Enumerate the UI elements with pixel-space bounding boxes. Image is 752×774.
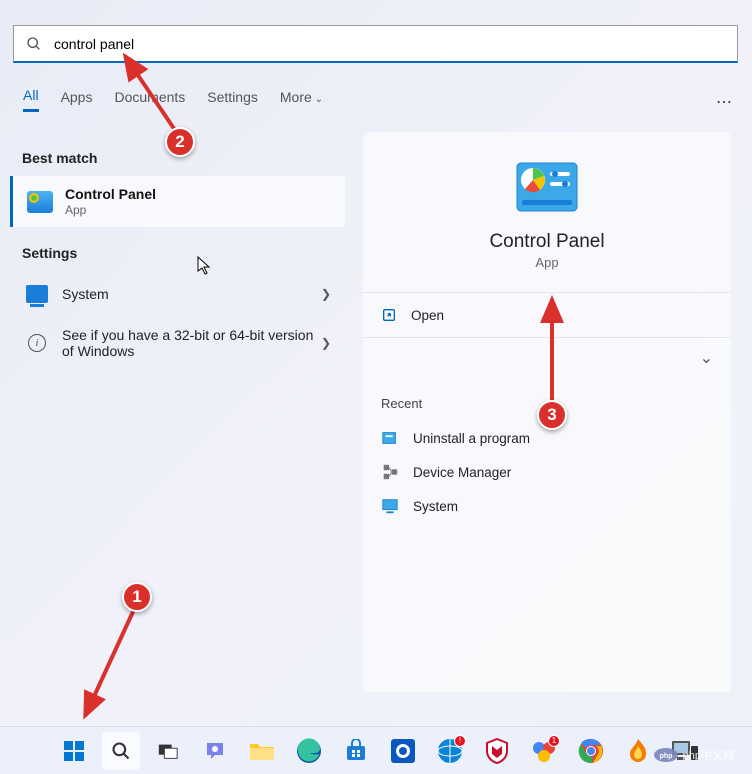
preview-title: Control Panel [363,231,731,253]
taskbar-app-1[interactable] [384,732,422,770]
chevron-right-icon: ❯ [321,287,331,301]
php-logo-icon: php [653,742,679,768]
result-system[interactable]: System ❯ [10,271,345,317]
tab-apps[interactable]: Apps [61,89,93,111]
annotation-badge-1: 1 [122,582,152,612]
notification-badge: ! [454,735,466,747]
watermark-text: php中文网 [683,747,734,763]
control-panel-icon [27,189,53,215]
tab-settings[interactable]: Settings [207,89,258,111]
flame-icon [626,738,650,764]
chevron-right-icon: ❯ [321,336,331,350]
chevron-down-icon: ⌄ [315,94,323,105]
chevron-down-icon: ⌄ [700,350,713,367]
taskbar-store[interactable] [337,732,375,770]
taskbar-app-2[interactable]: ! [431,732,469,770]
notification-badge: 1 [548,735,560,747]
overflow-menu-button[interactable]: ⋯ [716,92,734,112]
annotation-badge-2: 2 [165,127,195,157]
recent-label: Device Manager [413,465,511,480]
preview-subtitle: App [363,255,731,270]
taskbar-app-4[interactable] [619,732,657,770]
device-manager-icon [381,463,399,481]
search-icon [26,36,42,52]
open-icon [381,307,397,323]
tab-more[interactable]: More⌄ [280,89,323,111]
system-icon [24,281,50,307]
folder-icon [249,740,275,762]
mouse-cursor-icon [197,256,213,276]
recent-system[interactable]: System [363,489,731,523]
task-view-icon [157,740,179,762]
taskbar-mcafee[interactable] [478,732,516,770]
result-label: See if you have a 32-bit or 64-bit versi… [62,327,321,359]
annotation-badge-3: 3 [537,400,567,430]
result-label: System [62,286,321,302]
taskbar-edge[interactable] [290,732,328,770]
system-icon [381,497,399,515]
search-icon [111,741,131,761]
taskbar-search-button[interactable] [102,732,140,770]
info-icon: i [24,330,50,356]
taskbar-chrome[interactable] [572,732,610,770]
store-icon [344,739,368,763]
recent-label: System [413,499,458,514]
result-subtitle: App [65,203,331,217]
recent-label: Uninstall a program [413,431,530,446]
control-panel-large-icon [516,162,578,212]
taskbar-chat[interactable] [196,732,234,770]
start-button[interactable] [55,732,93,770]
taskbar: ! 1 [0,726,752,774]
uninstall-icon [381,429,399,447]
results-list: Best match Control Panel App Settings Sy… [10,140,345,369]
annotation-arrow-3 [540,293,570,408]
recent-device-manager[interactable]: Device Manager [363,455,731,489]
result-title: Control Panel [65,186,331,202]
taskbar-task-view[interactable] [149,732,187,770]
app-icon [390,738,416,764]
chat-icon [203,739,227,763]
watermark: php php中文网 [653,742,734,768]
shield-icon [486,738,508,764]
annotation-arrow-1 [75,598,145,728]
chrome-icon [578,738,604,764]
settings-header: Settings [10,235,345,271]
result-control-panel[interactable]: Control Panel App [10,176,345,227]
taskbar-app-3[interactable]: 1 [525,732,563,770]
svg-text:php: php [659,753,672,760]
edge-icon [296,738,322,764]
tab-all[interactable]: All [23,87,39,112]
taskbar-explorer[interactable] [243,732,281,770]
result-bitness[interactable]: i See if you have a 32-bit or 64-bit ver… [10,317,345,369]
windows-logo-icon [62,739,86,763]
